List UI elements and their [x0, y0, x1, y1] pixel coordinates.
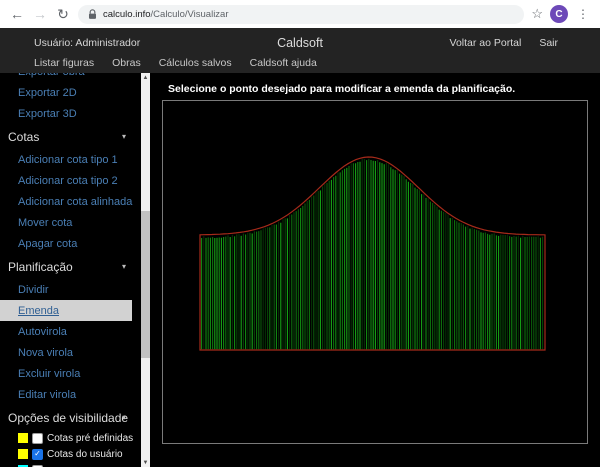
browser-menu-icon[interactable]: ⋮	[575, 7, 591, 21]
user-label: Usuário: Administrador	[0, 37, 277, 49]
logout-link[interactable]: Sair	[539, 37, 558, 49]
chevron-down-icon: ▾	[122, 413, 126, 422]
forward-icon[interactable]: →	[32, 7, 48, 21]
nav-item-1[interactable]: Obras	[112, 57, 141, 69]
section-label: Cotas	[8, 130, 39, 144]
app-title: Caldsoft	[277, 36, 323, 50]
sidebar-item-apagar-cota[interactable]: Apagar cota	[0, 233, 132, 254]
color-swatch	[18, 449, 28, 459]
nav-item-2[interactable]: Cálculos salvos	[159, 57, 232, 69]
sidebar-item-emenda[interactable]: Emenda	[0, 300, 132, 321]
drawing-canvas[interactable]	[162, 100, 588, 444]
address-bar[interactable]: calculo.info/Calculo/Visualizar	[78, 5, 524, 24]
sidebar-item-excluir-virola[interactable]: Excluir virola	[0, 363, 132, 384]
back-icon[interactable]: ←	[9, 7, 25, 21]
instruction-message: Selecione o ponto desejado para modifica…	[168, 83, 515, 95]
scrollbar-thumb[interactable]	[141, 211, 150, 358]
lock-icon	[88, 9, 97, 20]
scroll-down-icon[interactable]: ▼	[141, 458, 150, 467]
checkbox-label: Cotas do usuário	[47, 449, 123, 460]
profile-avatar[interactable]: C	[550, 5, 568, 23]
visibility-row-partial	[0, 462, 132, 467]
reload-icon[interactable]: ↻	[55, 7, 71, 21]
sidebar-item-mover-cota[interactable]: Mover cota	[0, 212, 132, 233]
section-label: Opções de visibilidade	[8, 411, 128, 425]
visibility-row-cotas-pre-definidas: Cotas pré definidas	[0, 430, 132, 446]
app-header: Usuário: Administrador Caldsoft Voltar a…	[0, 28, 600, 73]
sidebar-section-opcoes-de-visibilidade[interactable]: Opções de visibilidade▾	[0, 405, 132, 430]
sidebar-item-dividir[interactable]: Dividir	[0, 279, 132, 300]
sidebar-item-exportar-3d[interactable]: Exportar 3D	[0, 103, 132, 124]
browser-toolbar: ← → ↻ calculo.info/Calculo/Visualizar ☆ …	[0, 0, 600, 28]
visibility-checkbox[interactable]: ✓	[32, 449, 43, 460]
sidebar-item-adicionar-cota-tipo-2[interactable]: Adicionar cota tipo 2	[0, 170, 132, 191]
bookmark-star-icon[interactable]: ☆	[531, 6, 543, 22]
sidebar-item-adicionar-cota-alinhada[interactable]: Adicionar cota alinhada	[0, 191, 132, 212]
visibility-checkbox[interactable]	[32, 433, 43, 444]
sidebar: Exportar obraExportar 2DExportar 3DCotas…	[0, 73, 150, 467]
planification-figure[interactable]	[163, 101, 587, 443]
viewer-area: Selecione o ponto desejado para modifica…	[150, 73, 600, 467]
back-to-portal-link[interactable]: Voltar ao Portal	[450, 37, 522, 49]
nav-item-3[interactable]: Caldsoft ajuda	[250, 57, 317, 69]
scroll-up-icon[interactable]: ▲	[141, 73, 150, 83]
sidebar-scrollbar[interactable]: ▲ ▼	[141, 73, 150, 467]
sidebar-item-editar-virola[interactable]: Editar virola	[0, 384, 132, 405]
sidebar-item-nova-virola[interactable]: Nova virola	[0, 342, 132, 363]
color-swatch	[18, 433, 28, 443]
sidebar-item-autovirola[interactable]: Autovirola	[0, 321, 132, 342]
chevron-down-icon: ▾	[122, 262, 126, 271]
sidebar-item-exportar-obra[interactable]: Exportar obra	[0, 73, 132, 82]
visibility-row-cotas-do-usuario: ✓ Cotas do usuário	[0, 446, 132, 462]
chevron-down-icon: ▾	[122, 132, 126, 141]
sidebar-item-exportar-2d[interactable]: Exportar 2D	[0, 82, 132, 103]
sidebar-section-planificacao[interactable]: Planificação ▾	[0, 254, 132, 279]
main-nav: Listar figuras Obras Cálculos salvos Caldso…	[0, 53, 600, 73]
url-text: calculo.info/Calculo/Visualizar	[103, 9, 229, 20]
sidebar-section-cotas[interactable]: Cotas ▾	[0, 124, 132, 149]
nav-item-0[interactable]: Listar figuras	[34, 57, 94, 69]
checkbox-label: Cotas pré definidas	[47, 433, 133, 444]
sidebar-item-adicionar-cota-tipo-1[interactable]: Adicionar cota tipo 1	[0, 149, 132, 170]
section-label: Planificação	[8, 260, 73, 274]
